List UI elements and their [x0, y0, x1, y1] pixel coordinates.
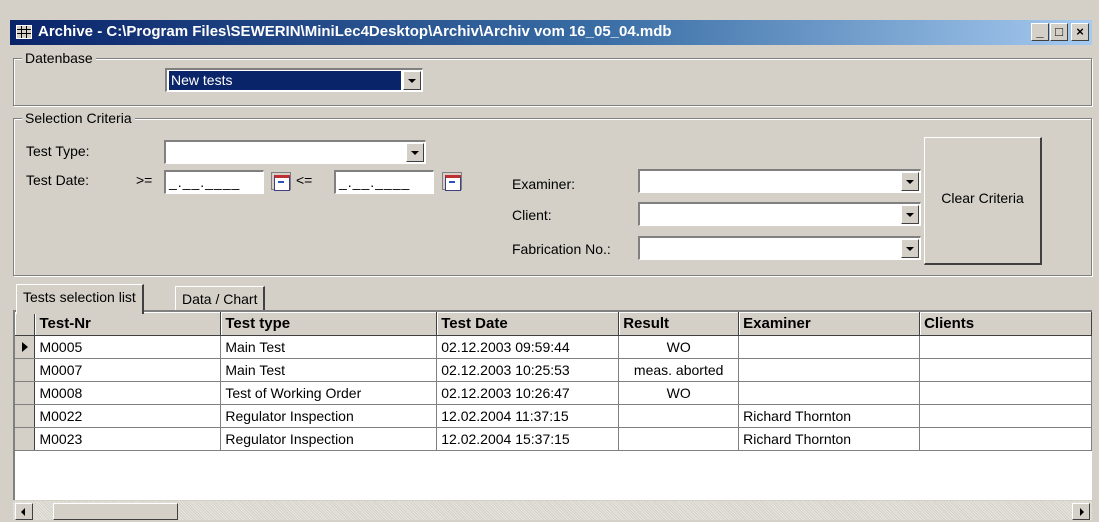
test-date-cell[interactable]: 02.12.2003 10:26:47 — [436, 381, 620, 405]
column-header[interactable]: Result — [618, 312, 740, 336]
calendar-icon[interactable] — [271, 172, 291, 191]
database-group-label: Datenbase — [22, 50, 96, 66]
clear-criteria-button[interactable]: Clear Criteria — [924, 137, 1042, 265]
test-date-cell[interactable]: 12.02.2004 15:37:15 — [436, 427, 620, 451]
result-cell[interactable] — [618, 404, 740, 428]
close-button[interactable]: × — [1071, 23, 1089, 41]
result-cell[interactable]: meas. aborted — [618, 358, 740, 382]
le-operator: <= — [296, 172, 313, 188]
row-selector[interactable] — [15, 358, 36, 382]
clients-cell[interactable] — [919, 381, 1092, 405]
scroll-right-arrow-icon[interactable] — [1072, 503, 1090, 520]
test-date-cell[interactable]: 02.12.2003 09:59:44 — [436, 335, 620, 359]
date-from-input[interactable]: _.__.____ — [164, 170, 264, 194]
clients-cell[interactable] — [919, 335, 1092, 359]
examiner-cell[interactable]: Richard Thornton — [738, 404, 921, 428]
test-nr-cell[interactable]: M0022 — [34, 404, 222, 428]
tab-tests-selection-list[interactable]: Tests selection list — [16, 284, 144, 314]
test-type-label: Test Type: — [26, 143, 90, 159]
table-row[interactable]: M0005 Main Test 02.12.2003 09:59:44 WO — [15, 335, 1092, 359]
chevron-down-icon[interactable] — [406, 143, 424, 162]
maximize-button[interactable]: □ — [1050, 23, 1068, 41]
test-type-cell[interactable]: Main Test — [220, 335, 438, 359]
table-row[interactable]: M0022 Regulator Inspection 12.02.2004 11… — [15, 404, 1092, 428]
date-to-input[interactable]: _.__.____ — [334, 170, 434, 194]
table-row[interactable]: M0008 Test of Working Order 02.12.2003 1… — [15, 381, 1092, 405]
test-nr-cell[interactable]: M0023 — [34, 427, 222, 451]
fabrication-label: Fabrication No.: — [512, 241, 611, 257]
chevron-down-icon[interactable] — [901, 239, 919, 258]
examiner-cell[interactable]: Richard Thornton — [738, 427, 921, 451]
clients-cell[interactable] — [919, 358, 1092, 382]
column-header[interactable]: Test type — [220, 312, 438, 336]
row-selector[interactable] — [15, 427, 36, 451]
column-header[interactable]: Clients — [919, 312, 1092, 336]
examiner-select[interactable] — [638, 169, 921, 193]
test-date-cell[interactable]: 02.12.2003 10:25:53 — [436, 358, 620, 382]
examiner-cell[interactable] — [738, 358, 921, 382]
scrollbar-thumb[interactable] — [53, 503, 178, 520]
archive-window: Archive - C:\Program Files\SEWERIN\MiniL… — [0, 0, 1099, 522]
window-title: Archive - C:\Program Files\SEWERIN\MiniL… — [38, 23, 672, 40]
scroll-left-arrow-icon[interactable] — [15, 503, 33, 520]
result-cell[interactable]: WO — [618, 381, 740, 405]
test-date-cell[interactable]: 12.02.2004 11:37:15 — [436, 404, 620, 428]
test-nr-cell[interactable]: M0008 — [34, 381, 222, 405]
column-header[interactable]: Test Date — [436, 312, 620, 336]
selection-criteria-label: Selection Criteria — [22, 110, 135, 126]
selection-criteria-group: Selection Criteria Test Type: Test Date:… — [13, 110, 1092, 276]
result-cell[interactable]: WO — [618, 335, 740, 359]
fabrication-select[interactable] — [638, 236, 921, 260]
horizontal-scrollbar[interactable] — [13, 500, 1092, 520]
test-type-cell[interactable]: Main Test — [220, 358, 438, 382]
column-header[interactable]: Examiner — [738, 312, 921, 336]
table-row[interactable]: M0023 Regulator Inspection 12.02.2004 15… — [15, 427, 1092, 451]
row-selector[interactable] — [15, 335, 36, 359]
database-select-value: New tests — [168, 70, 402, 91]
clients-cell[interactable] — [919, 427, 1092, 451]
tests-table: Test-Nr Test type Test Date Result Exami… — [13, 310, 1092, 502]
test-type-select[interactable] — [164, 140, 426, 164]
client-select[interactable] — [638, 202, 921, 226]
row-selector[interactable] — [15, 381, 36, 405]
calendar-icon[interactable] — [442, 172, 462, 191]
test-type-cell[interactable]: Regulator Inspection — [220, 404, 438, 428]
minimize-button[interactable]: _ — [1031, 23, 1049, 41]
chevron-down-icon[interactable] — [403, 71, 421, 90]
test-nr-cell[interactable]: M0007 — [34, 358, 222, 382]
database-group: Datenbase New tests — [13, 50, 1092, 106]
test-nr-cell[interactable]: M0005 — [34, 335, 222, 359]
table-icon — [16, 25, 32, 39]
column-header[interactable]: Test-Nr — [34, 312, 222, 336]
table-row[interactable]: M0007 Main Test 02.12.2003 10:25:53 meas… — [15, 358, 1092, 382]
result-cell[interactable] — [618, 427, 740, 451]
examiner-cell[interactable] — [738, 381, 921, 405]
test-type-cell[interactable]: Test of Working Order — [220, 381, 438, 405]
tab-data-chart[interactable]: Data / Chart — [175, 286, 266, 312]
current-row-pointer-icon — [21, 341, 28, 352]
examiner-cell[interactable] — [738, 335, 921, 359]
table-header-row: Test-Nr Test type Test Date Result Exami… — [15, 312, 1092, 336]
title-bar[interactable]: Archive - C:\Program Files\SEWERIN\MiniL… — [10, 20, 1092, 45]
chevron-down-icon[interactable] — [901, 172, 919, 191]
client-label: Client: — [512, 207, 552, 223]
test-type-cell[interactable]: Regulator Inspection — [220, 427, 438, 451]
test-date-label: Test Date: — [26, 172, 90, 188]
ge-operator: >= — [136, 172, 153, 188]
row-selector[interactable] — [15, 404, 36, 428]
row-selector-header — [15, 312, 36, 336]
chevron-down-icon[interactable] — [901, 205, 919, 224]
examiner-label: Examiner: — [512, 176, 576, 192]
database-select[interactable]: New tests — [165, 68, 423, 92]
clients-cell[interactable] — [919, 404, 1092, 428]
